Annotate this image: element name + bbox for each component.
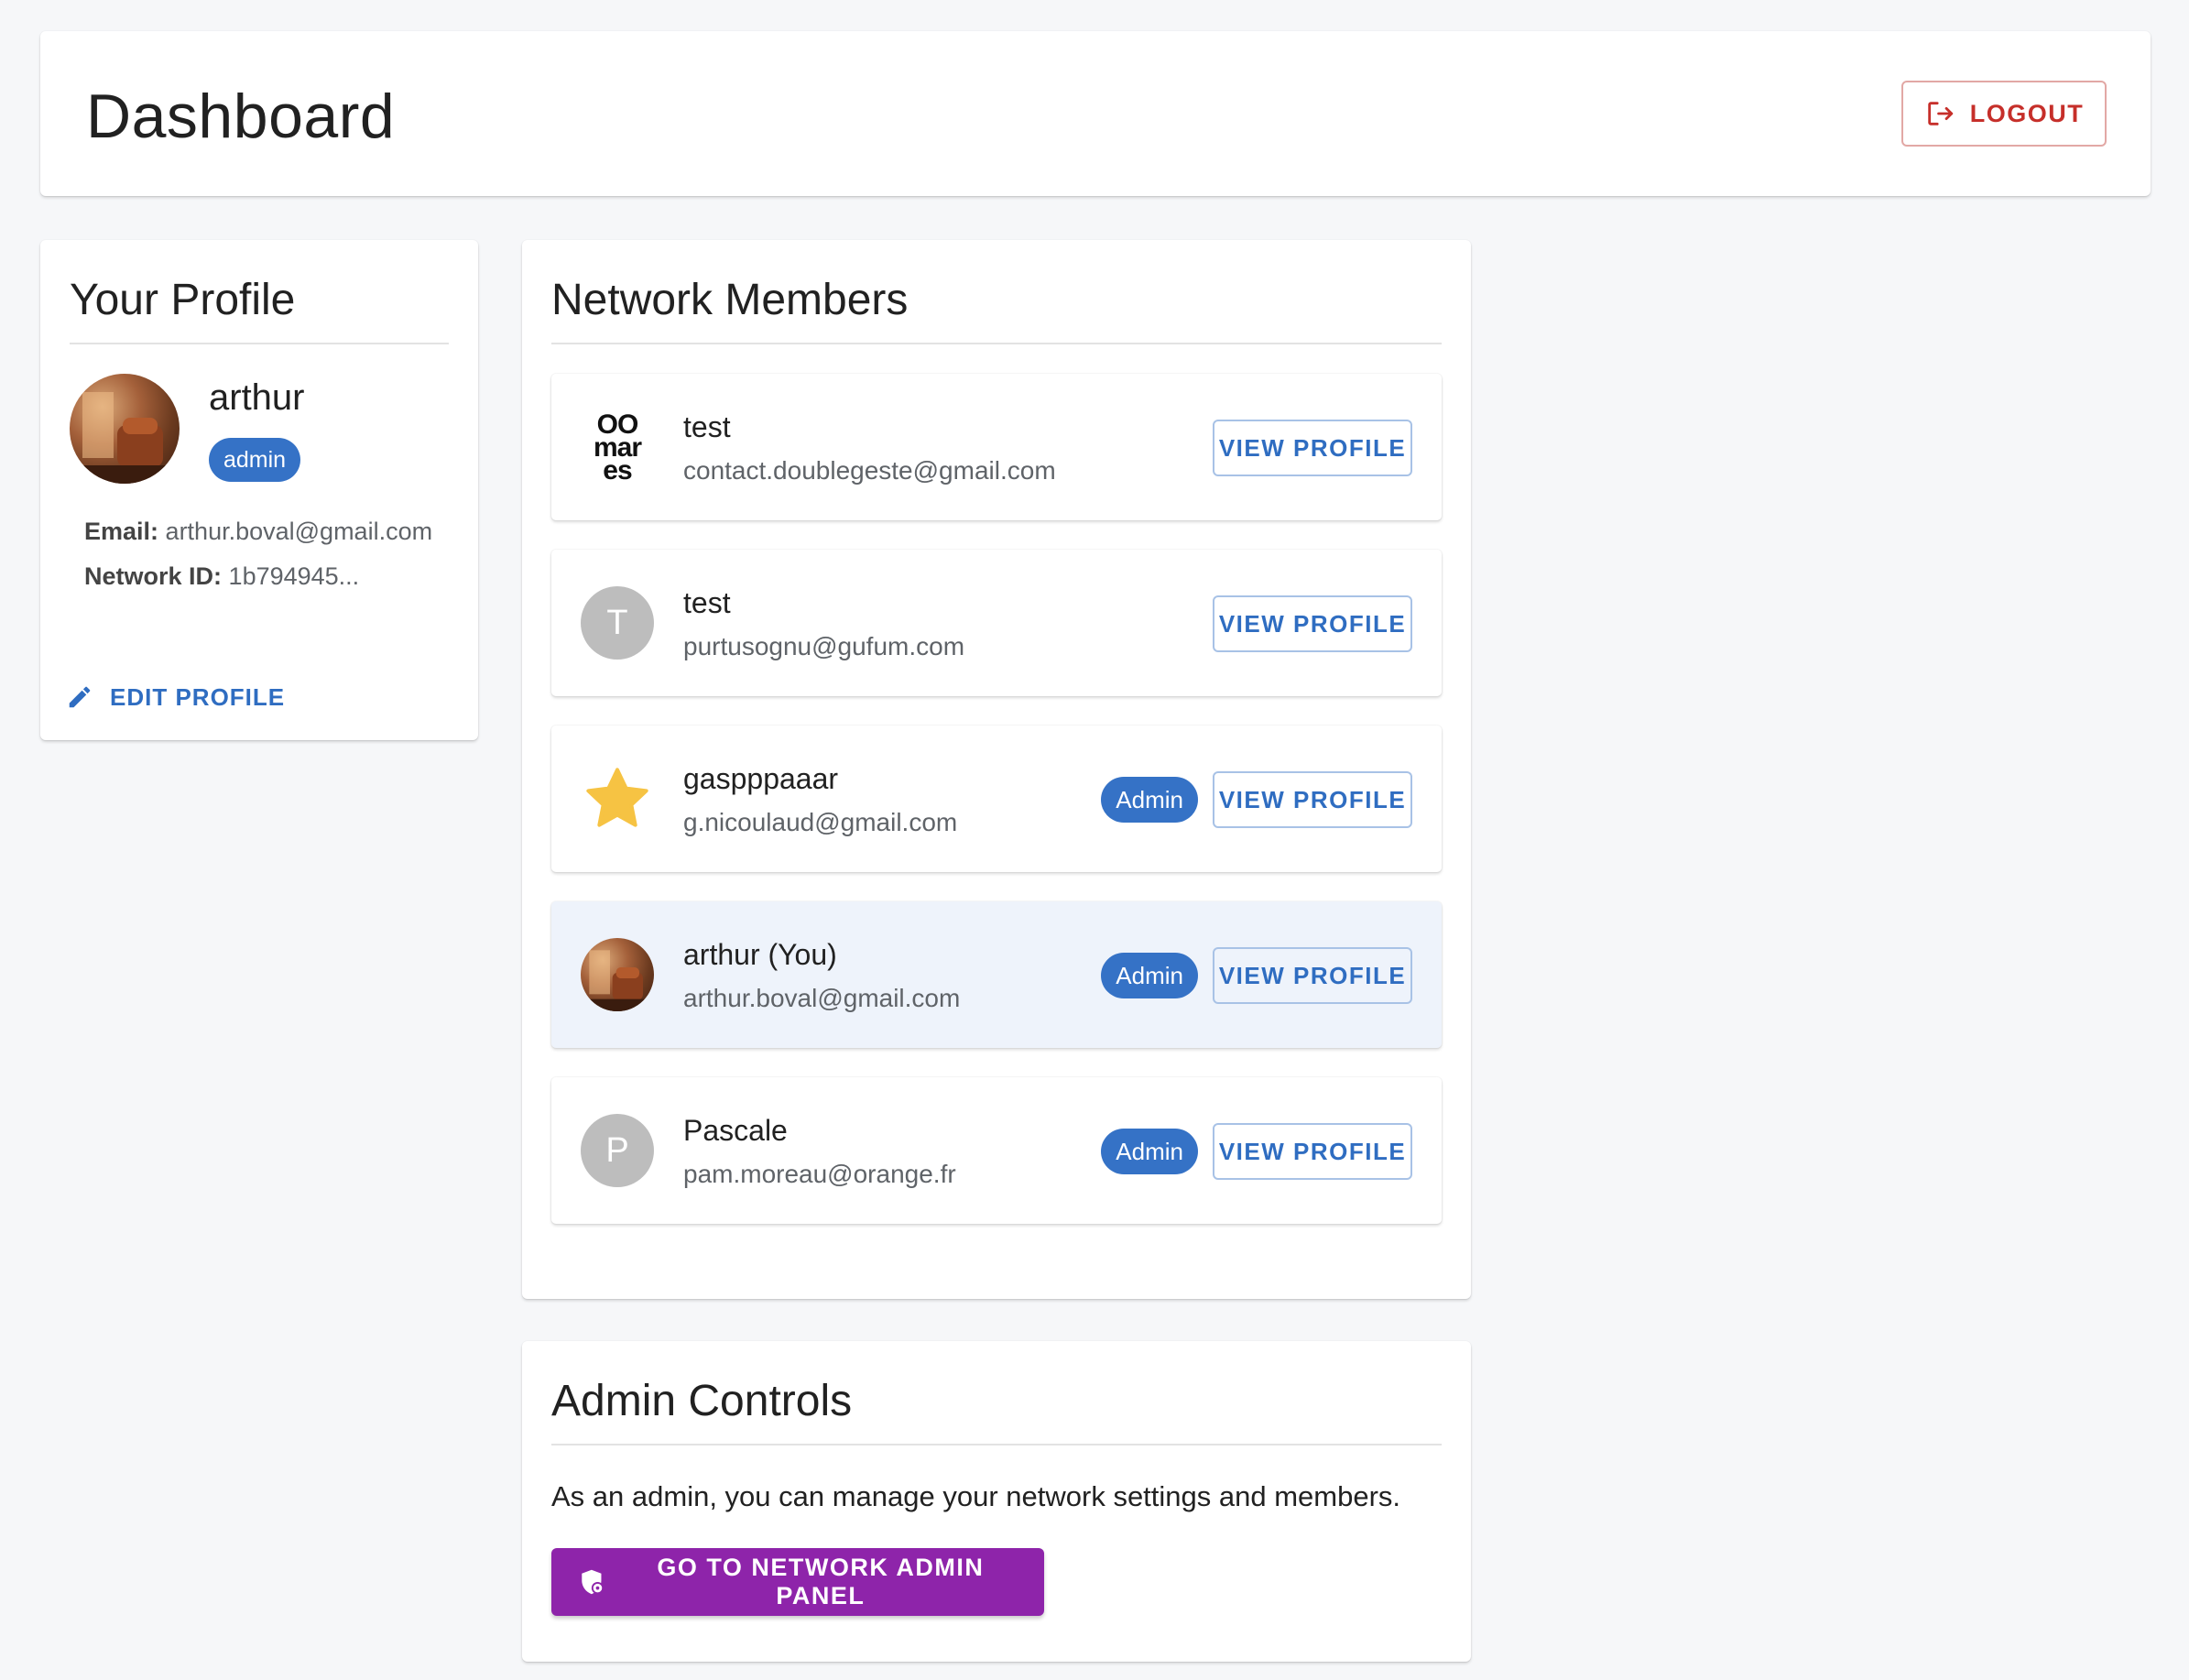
member-name: Pascale [683,1114,788,1147]
view-profile-button[interactable]: VIEW PROFILE [1213,1123,1412,1180]
shield-gear-icon [582,1569,604,1595]
profile-email: Email: arthur.boval@gmail.com [84,518,432,546]
member-email: contact.doublegeste@gmail.com [683,456,1056,485]
member-row: T test purtusognu@gufum.com VIEW PROFILE [551,550,1442,696]
member-row: gaspppaaar g.nicoulaud@gmail.com Admin V… [551,725,1442,872]
email-value: arthur.boval@gmail.com [165,518,433,545]
role-badge: admin [209,438,301,482]
profile-name: arthur [209,377,305,418]
avatar-photo-icon [70,392,180,484]
logout-button[interactable]: LOGOUT [1901,81,2107,147]
star-icon [586,768,648,827]
edit-profile-label: EDIT PROFILE [110,682,286,711]
member-letter-avatar: T [581,586,654,660]
profile-card: Your Profile arthur admin Email: arthur.… [40,240,478,740]
admin-description: As an admin, you can manage your network… [551,1480,1401,1512]
logout-icon [1928,102,1953,125]
admin-divider [551,1444,1442,1445]
top-app-bar: Dashboard LOGOUT [40,31,2151,196]
member-letter-avatar: P [581,1114,654,1187]
member-row-self: arthur (You) arthur.boval@gmail.com Admi… [551,901,1442,1048]
network-id-value: 1b794945... [228,562,360,590]
page-title: Dashboard [86,82,396,151]
network-members-card: Network Members OO mar es test contact.d… [522,240,1471,1299]
view-profile-button[interactable]: VIEW PROFILE [1213,947,1412,1004]
member-row: OO mar es test contact.doublegeste@gmail… [551,374,1442,520]
admin-badge: Admin [1101,777,1198,823]
member-email: purtusognu@gufum.com [683,632,965,660]
view-profile-button[interactable]: VIEW PROFILE [1213,595,1412,652]
admin-section-title: Admin Controls [551,1377,853,1425]
profile-section-title: Your Profile [70,276,296,324]
profile-network-id: Network ID: 1b794945... [84,562,359,591]
member-name: test [683,586,731,619]
member-name: test [683,410,731,443]
profile-divider [70,343,449,344]
email-label: Email: [84,518,159,545]
member-email: g.nicoulaud@gmail.com [683,808,958,836]
network-id-label: Network ID: [84,562,223,590]
view-profile-button[interactable]: VIEW PROFILE [1213,771,1412,828]
admin-panel-label: GO TO NETWORK ADMIN PANEL [657,1554,985,1609]
admin-badge: Admin [1101,1129,1198,1174]
avatar [70,374,180,484]
member-star-avatar [581,762,654,835]
members-section-title: Network Members [551,276,909,324]
members-divider [551,343,1442,344]
view-profile-button[interactable]: VIEW PROFILE [1213,420,1412,476]
member-email: pam.moreau@orange.fr [683,1160,956,1188]
member-name: arthur (You) [683,938,837,971]
admin-controls-card: Admin Controls As an admin, you can mana… [522,1341,1471,1662]
edit-profile-button[interactable]: EDIT PROFILE [59,674,292,720]
member-email: arthur.boval@gmail.com [683,984,961,1012]
admin-badge: Admin [1101,953,1198,998]
member-row: P Pascale pam.moreau@orange.fr Admin VIE… [551,1077,1442,1224]
network-admin-panel-button[interactable]: GO TO NETWORK ADMIN PANEL [551,1548,1044,1616]
member-name: gaspppaaar [683,762,839,795]
member-logo-avatar: OO mar es [581,410,654,484]
avatar-photo-icon [581,950,654,1011]
pencil-icon [69,686,91,708]
member-photo-avatar [581,938,654,1011]
logout-label: LOGOUT [1969,99,2085,127]
